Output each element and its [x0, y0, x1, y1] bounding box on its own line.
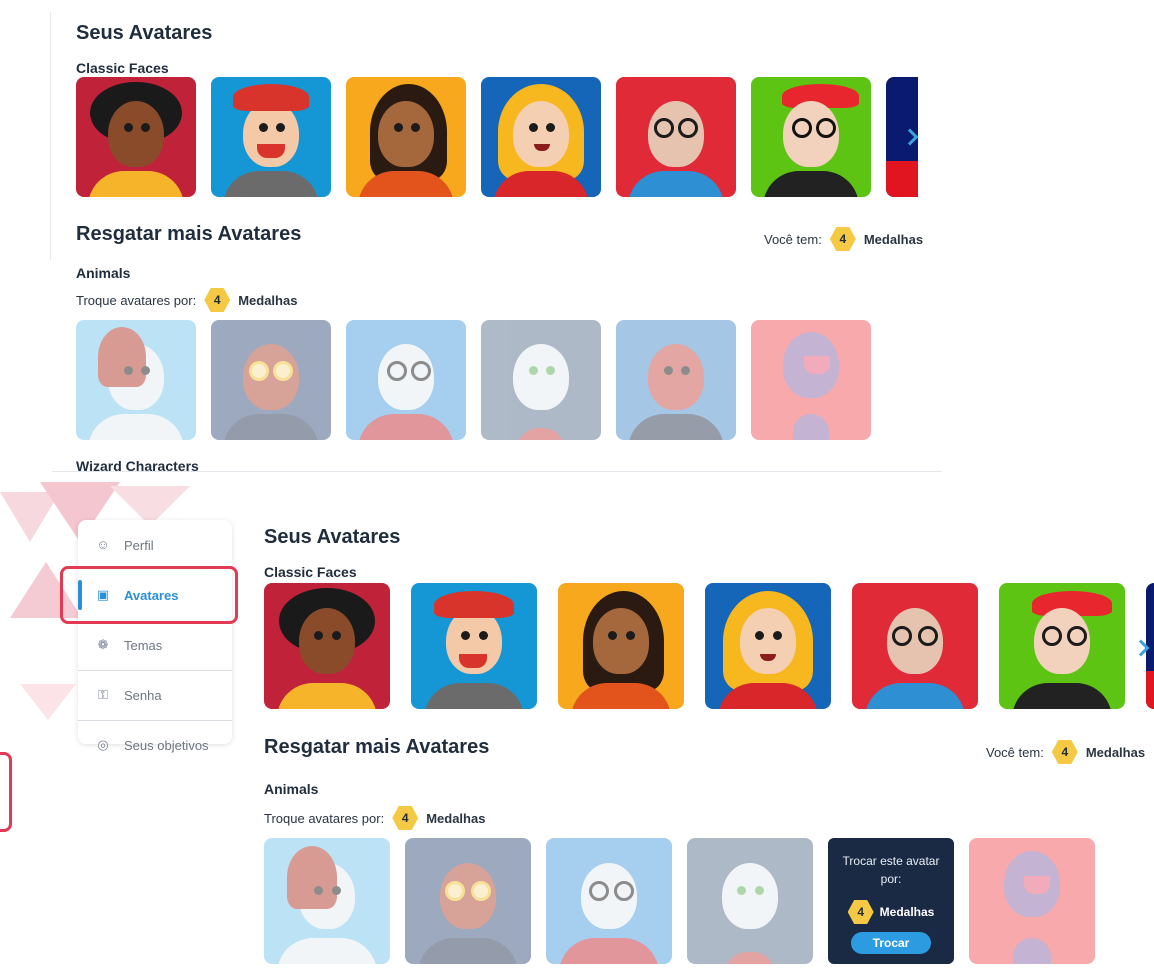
avatar-tile[interactable] [558, 583, 684, 709]
medal-icon: 4 [392, 806, 419, 830]
sidebar-item-label: Temas [124, 637, 163, 653]
sidebar-item-temas[interactable]: ❁ Temas [78, 620, 232, 670]
sidebar-item-label: Senha [124, 687, 162, 703]
trocar-button[interactable]: Trocar [851, 932, 931, 954]
avatar-tile[interactable] [346, 77, 466, 197]
highlight-marker [0, 752, 12, 832]
exchange-price: Troque avatares por: 4 Medalhas [76, 288, 297, 312]
medal-unit: Medalhas [863, 231, 924, 247]
avatar-tile[interactable] [76, 77, 196, 197]
avatar-tile[interactable] [999, 583, 1125, 709]
exchange-tooltip: Trocar este avatar por: 4 Medalhas Troca… [828, 838, 954, 964]
exchange-unit: Medalhas [238, 292, 298, 308]
decor-triangle [20, 684, 76, 720]
avatar-tile[interactable] [852, 583, 978, 709]
classic-faces-row [264, 583, 1154, 709]
avatares-highlight [60, 566, 238, 624]
exchange-unit: Medalhas [426, 810, 486, 826]
tooltip-price: 4 Medalhas [828, 900, 954, 924]
animal-tile-owl[interactable] [211, 320, 331, 440]
animal-tile-cat[interactable] [687, 838, 813, 964]
animals-title: Animals [264, 781, 319, 797]
bottom-panel: ☺ Perfil ▣ Avatares ❁ Temas ⚿ Senha ◎ Se… [0, 472, 1154, 972]
animal-tile-snake[interactable] [751, 320, 871, 440]
animal-tile-owl[interactable] [405, 838, 531, 964]
redeem-title: Resgatar mais Avatares [76, 223, 302, 245]
left-rule [50, 12, 51, 260]
user-icon: ☺ [96, 537, 110, 552]
avatar-tile[interactable] [211, 77, 331, 197]
medal-icon: 4 [1051, 740, 1078, 764]
exchange-label: Troque avatares por: [264, 810, 385, 826]
sidebar-item-perfil[interactable]: ☺ Perfil [78, 520, 232, 570]
avatar-tile[interactable] [751, 77, 871, 197]
animal-tile-cat[interactable] [481, 320, 601, 440]
medal-icon: 4 [847, 900, 874, 924]
you-have-label: Você tem: [764, 231, 822, 247]
medal-balance: Você tem: 4 Medalhas [986, 740, 1145, 764]
tooltip-unit: Medalhas [879, 905, 935, 919]
animal-tile-goat[interactable] [346, 320, 466, 440]
animal-tile-goat[interactable] [546, 838, 672, 964]
medal-balance: Você tem: 4 Medalhas [764, 227, 923, 251]
section-title: Seus Avatares [264, 526, 401, 548]
sidebar-item-objetivos[interactable]: ◎ Seus objetivos [78, 720, 232, 770]
animal-tile-snake[interactable] [969, 838, 1095, 964]
settings-sidebar: ☺ Perfil ▣ Avatares ❁ Temas ⚿ Senha ◎ Se… [78, 520, 232, 753]
key-icon: ⚿ [98, 687, 108, 702]
target-icon: ◎ [97, 737, 109, 752]
animal-tile-dog[interactable] [76, 320, 196, 440]
avatar-tile[interactable] [264, 583, 390, 709]
avatar-tile[interactable] [705, 583, 831, 709]
sidebar-item-label: Perfil [124, 537, 154, 553]
avatar-tile[interactable] [616, 77, 736, 197]
animal-tile-monkey[interactable] [616, 320, 736, 440]
sidebar-item-label: Seus objetivos [124, 737, 209, 753]
you-have-label: Você tem: [986, 744, 1044, 760]
animals-row: Trocar este avatar por: 4 Medalhas Troca… [264, 838, 1095, 964]
animals-row [76, 320, 871, 440]
medal-icon: 4 [204, 288, 231, 312]
medal-unit: Medalhas [1085, 744, 1146, 760]
exchange-price: Troque avatares por: 4 Medalhas [264, 806, 485, 830]
section-title: Seus Avatares [76, 22, 213, 44]
palette-icon: ❁ [97, 637, 109, 652]
animals-title: Animals [76, 265, 131, 281]
sidebar-item-senha[interactable]: ⚿ Senha [78, 670, 232, 720]
avatar-tile[interactable] [411, 583, 537, 709]
animal-tile-dog[interactable] [264, 838, 390, 964]
avatar-tile[interactable] [481, 77, 601, 197]
classic-faces-title: Classic Faces [264, 564, 357, 580]
tooltip-text: Trocar este avatar por: [842, 854, 940, 886]
exchange-label: Troque avatares por: [76, 292, 197, 308]
medal-icon: 4 [829, 227, 856, 251]
classic-faces-title: Classic Faces [76, 60, 169, 76]
top-panel: Seus Avatares Classic Faces Resgatar mai… [0, 0, 1154, 474]
classic-faces-row [76, 77, 918, 197]
redeem-title: Resgatar mais Avatares [264, 736, 490, 758]
